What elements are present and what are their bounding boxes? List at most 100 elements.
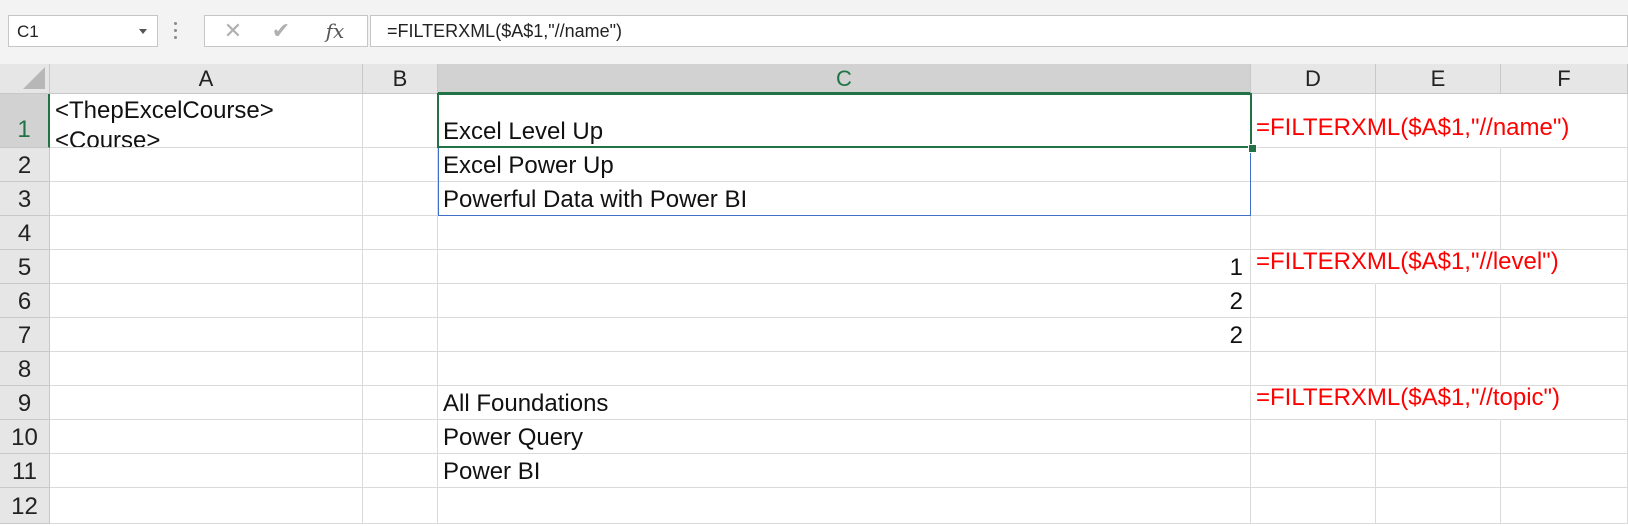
cell-d5[interactable] [1251, 250, 1376, 284]
formula-bar-grip-icon[interactable] [174, 19, 178, 43]
cell-e10[interactable] [1376, 420, 1501, 454]
cell-f3[interactable] [1501, 182, 1628, 216]
name-box-dropdown-icon[interactable] [139, 29, 147, 34]
formula-input[interactable]: =FILTERXML($A$1,"//name") [370, 15, 1628, 47]
cell-c12[interactable] [438, 488, 1251, 524]
cell-c11[interactable]: Power BI [438, 454, 1251, 488]
cell-e2[interactable] [1376, 148, 1501, 182]
cell-f1[interactable] [1501, 94, 1628, 148]
cell-b7[interactable] [363, 318, 438, 352]
cell-a3[interactable] [50, 182, 363, 216]
cell-a8[interactable] [50, 352, 363, 386]
cell-a11[interactable] [50, 454, 363, 488]
cell-f8[interactable] [1501, 352, 1628, 386]
cell-a7[interactable] [50, 318, 363, 352]
cell-d8[interactable] [1251, 352, 1376, 386]
cell-f6[interactable] [1501, 284, 1628, 318]
cell-e6[interactable] [1376, 284, 1501, 318]
cell-d9[interactable] [1251, 386, 1376, 420]
cell-d3[interactable] [1251, 182, 1376, 216]
cell-b6[interactable] [363, 284, 438, 318]
cell-b5[interactable] [363, 250, 438, 284]
cell-c10[interactable]: Power Query [438, 420, 1251, 454]
row-header-1[interactable]: 1 [0, 94, 50, 148]
cell-a12[interactable] [50, 488, 363, 524]
cell-a6[interactable] [50, 284, 363, 318]
column-header-d[interactable]: D [1251, 64, 1376, 94]
cell-d1[interactable] [1251, 94, 1376, 148]
row-header-8[interactable]: 8 [0, 352, 50, 386]
column-header-c[interactable]: C [438, 64, 1251, 94]
cell-e9[interactable] [1376, 386, 1501, 420]
cell-e1[interactable] [1376, 94, 1501, 148]
cell-c9[interactable]: All Foundations [438, 386, 1251, 420]
row-header-4[interactable]: 4 [0, 216, 50, 250]
cell-b2[interactable] [363, 148, 438, 182]
cell-d11[interactable] [1251, 454, 1376, 488]
cell-b10[interactable] [363, 420, 438, 454]
cell-a2[interactable] [50, 148, 363, 182]
row-header-3[interactable]: 3 [0, 182, 50, 216]
column-header-e[interactable]: E [1376, 64, 1501, 94]
cell-b12[interactable] [363, 488, 438, 524]
cell-a4[interactable] [50, 216, 363, 250]
cell-e4[interactable] [1376, 216, 1501, 250]
row-header-6[interactable]: 6 [0, 284, 50, 318]
cell-a9[interactable] [50, 386, 363, 420]
cell-a1[interactable]: <ThepExcelCourse> <Course> [50, 94, 363, 148]
cell-a10[interactable] [50, 420, 363, 454]
cell-f11[interactable] [1501, 454, 1628, 488]
cell-e12[interactable] [1376, 488, 1501, 524]
cell-e7[interactable] [1376, 318, 1501, 352]
cell-f5[interactable] [1501, 250, 1628, 284]
cell-e5[interactable] [1376, 250, 1501, 284]
row-header-11[interactable]: 11 [0, 454, 50, 488]
cell-b3[interactable] [363, 182, 438, 216]
row-header-12[interactable]: 12 [0, 488, 50, 524]
row-header-2[interactable]: 2 [0, 148, 50, 182]
cell-c3[interactable]: Powerful Data with Power BI [438, 182, 1251, 216]
cell-b11[interactable] [363, 454, 438, 488]
insert-function-icon[interactable]: fx [315, 16, 355, 46]
enter-icon[interactable]: ✔ [261, 16, 301, 46]
cell-c1[interactable]: Excel Level Up [438, 94, 1251, 148]
cell-d7[interactable] [1251, 318, 1376, 352]
fill-handle[interactable] [1248, 144, 1257, 153]
cell-d2[interactable] [1251, 148, 1376, 182]
cell-e3[interactable] [1376, 182, 1501, 216]
name-box[interactable]: C1 [8, 15, 158, 47]
cell-b8[interactable] [363, 352, 438, 386]
cell-a5[interactable] [50, 250, 363, 284]
cell-b9[interactable] [363, 386, 438, 420]
column-header-a[interactable]: A [50, 64, 363, 94]
cell-f2[interactable] [1501, 148, 1628, 182]
cell-f4[interactable] [1501, 216, 1628, 250]
cell-f10[interactable] [1501, 420, 1628, 454]
cell-d6[interactable] [1251, 284, 1376, 318]
cell-e11[interactable] [1376, 454, 1501, 488]
cell-f7[interactable] [1501, 318, 1628, 352]
column-header-f[interactable]: F [1501, 64, 1628, 94]
cell-d12[interactable] [1251, 488, 1376, 524]
cell-c5[interactable]: 1 [438, 250, 1251, 284]
cell-c2[interactable]: Excel Power Up [438, 148, 1251, 182]
row-header-7[interactable]: 7 [0, 318, 50, 352]
row-header-5[interactable]: 5 [0, 250, 50, 284]
cell-e8[interactable] [1376, 352, 1501, 386]
cancel-icon[interactable]: ✕ [213, 16, 253, 46]
cell-c7[interactable]: 2 [438, 318, 1251, 352]
cell-c8[interactable] [438, 352, 1251, 386]
select-all-button[interactable] [0, 64, 50, 94]
row-header-10[interactable]: 10 [0, 420, 50, 454]
column-header-b[interactable]: B [363, 64, 438, 94]
cell-a1-line1: <ThepExcelCourse> [55, 97, 274, 124]
cell-b1[interactable] [363, 94, 438, 148]
cell-b4[interactable] [363, 216, 438, 250]
cell-c4[interactable] [438, 216, 1251, 250]
cell-d4[interactable] [1251, 216, 1376, 250]
cell-d10[interactable] [1251, 420, 1376, 454]
cell-c6[interactable]: 2 [438, 284, 1251, 318]
row-header-9[interactable]: 9 [0, 386, 50, 420]
cell-f12[interactable] [1501, 488, 1628, 524]
cell-f9[interactable] [1501, 386, 1628, 420]
